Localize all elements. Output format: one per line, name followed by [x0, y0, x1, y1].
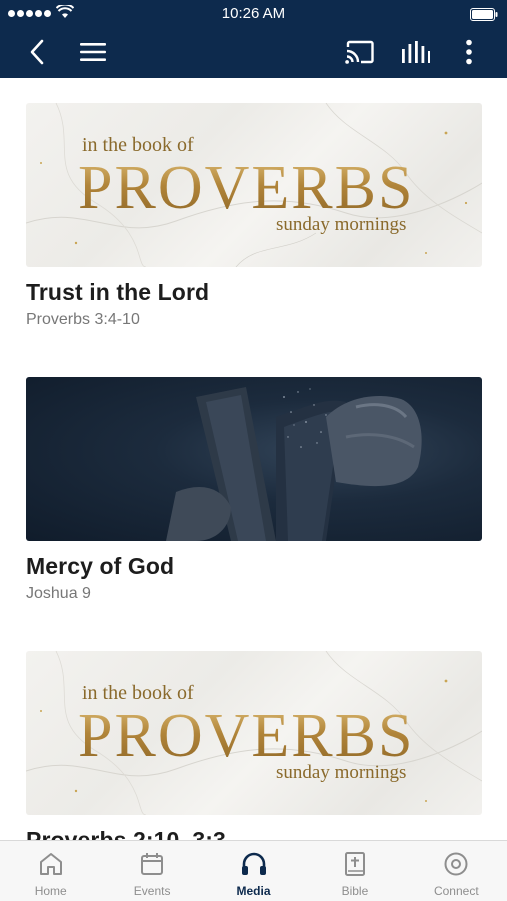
banner-line-3: sunday mornings: [276, 214, 407, 235]
banner-line-3: sunday mornings: [276, 762, 407, 783]
back-icon: [30, 39, 44, 65]
status-bar: 10:26 AM: [0, 0, 507, 28]
tab-events[interactable]: Events: [101, 841, 202, 901]
media-item[interactable]: in the book of PROVERBS sunday mornings …: [26, 651, 482, 840]
media-title: Proverbs 2:10–3:3: [26, 827, 226, 840]
tab-label: Events: [133, 884, 171, 898]
media-subtitle: Proverbs 3:4-10: [26, 311, 140, 328]
calendar-icon: [138, 850, 166, 878]
proverbs-banner: in the book of PROVERBS sunday mornings: [26, 651, 482, 815]
tab-bar: Home Events Media Bible Connect: [0, 840, 507, 901]
cast-icon: [345, 40, 374, 64]
tab-label: Media: [236, 884, 271, 898]
proverbs-banner: in the book of PROVERBS sunday mornings: [26, 103, 482, 267]
home-icon: [37, 850, 65, 878]
headphones-icon: [240, 850, 268, 878]
battery-icon: [470, 8, 498, 21]
media-subtitle: Joshua 9: [26, 585, 91, 602]
tab-bible[interactable]: Bible: [304, 841, 405, 901]
media-thumbnail[interactable]: [26, 377, 482, 541]
media-title: Mercy of God: [26, 553, 175, 579]
media-title: Trust in the Lord: [26, 279, 210, 305]
media-thumbnail[interactable]: in the book of PROVERBS sunday mornings: [26, 651, 482, 815]
audio-icon: [402, 41, 430, 63]
audio-button[interactable]: [400, 37, 430, 67]
media-item[interactable]: Mercy of God Joshua 9: [26, 377, 482, 603]
cast-button[interactable]: [345, 37, 375, 67]
tab-label: Bible: [341, 884, 369, 898]
more-button[interactable]: [454, 37, 484, 67]
back-button[interactable]: [22, 37, 52, 67]
tab-media[interactable]: Media: [203, 841, 304, 901]
menu-button[interactable]: [78, 37, 108, 67]
hands-bible-photo: [26, 377, 482, 541]
menu-icon: [80, 43, 106, 61]
media-thumbnail[interactable]: in the book of PROVERBS sunday mornings: [26, 103, 482, 267]
tab-home[interactable]: Home: [0, 841, 101, 901]
hands-bible-image: [166, 387, 422, 541]
tab-connect[interactable]: Connect: [406, 841, 507, 901]
connect-icon: [442, 850, 470, 878]
app-header: 10:26 AM: [0, 0, 507, 78]
media-item[interactable]: in the book of PROVERBS sunday mornings …: [26, 103, 482, 329]
media-list: in the book of PROVERBS sunday mornings …: [0, 78, 507, 840]
tab-label: Connect: [433, 884, 479, 898]
bible-icon: [341, 850, 369, 878]
nav-bar: [0, 28, 507, 78]
status-time: 10:26 AM: [221, 5, 286, 22]
more-icon: [466, 39, 472, 65]
tab-label: Home: [34, 884, 67, 898]
